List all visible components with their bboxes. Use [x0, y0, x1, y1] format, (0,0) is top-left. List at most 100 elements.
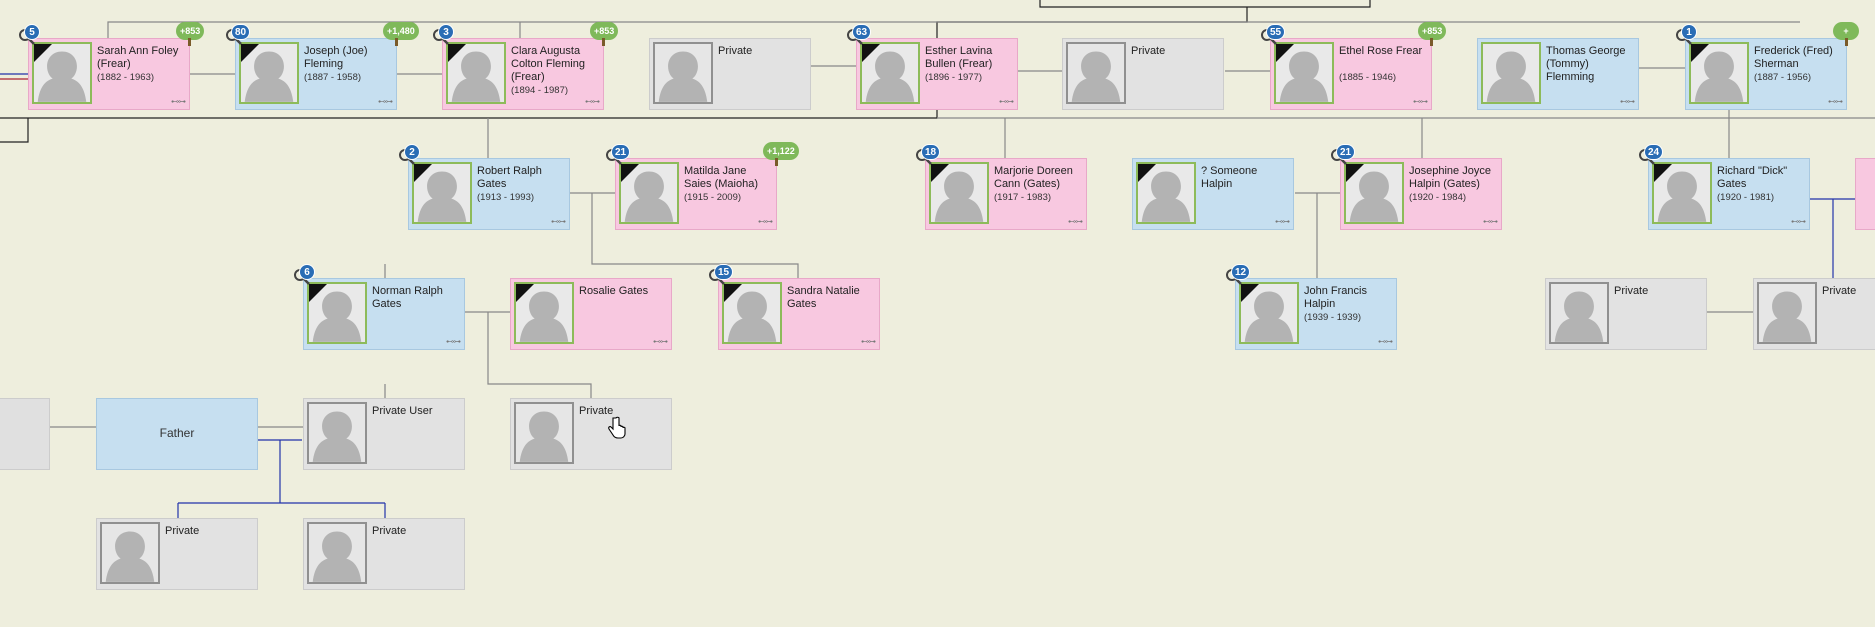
person-photo[interactable]	[653, 42, 713, 104]
placeholder-card-father[interactable]: Father	[96, 398, 258, 470]
record-count-badge[interactable]: 80	[231, 24, 251, 40]
relationship-icon[interactable]: ⊷⊶	[1275, 217, 1290, 226]
person-name[interactable]: Ethel Rose Frear	[1339, 45, 1427, 58]
person-name[interactable]: Matilda Jane Saies (Maioha)	[684, 165, 772, 191]
person-photo[interactable]	[1689, 42, 1749, 104]
person-card-private5[interactable]: Private	[510, 398, 672, 470]
person-name[interactable]: Private	[1614, 285, 1702, 298]
person-name[interactable]: Richard "Dick" Gates	[1717, 165, 1805, 191]
relationship-icon[interactable]: ⊷⊶	[1828, 97, 1843, 106]
record-count-badge[interactable]: 12	[1231, 264, 1251, 280]
person-name[interactable]: Clara Augusta Colton Fleming (Frear)	[511, 45, 599, 84]
person-photo[interactable]	[1066, 42, 1126, 104]
relationship-icon[interactable]: ⊷⊶	[1483, 217, 1498, 226]
relationship-icon[interactable]: ⊷⊶	[1068, 217, 1083, 226]
person-name[interactable]: Frederick (Fred) Sherman	[1754, 45, 1842, 71]
person-photo[interactable]	[1239, 282, 1299, 344]
relationship-icon[interactable]: ⊷⊶	[758, 217, 773, 226]
person-photo[interactable]	[1344, 162, 1404, 224]
person-name[interactable]: Robert Ralph Gates	[477, 165, 565, 191]
person-photo[interactable]	[1652, 162, 1712, 224]
relationship-icon[interactable]: ⊷⊶	[861, 337, 876, 346]
relationship-icon[interactable]: ⊷⊶	[1791, 217, 1806, 226]
person-photo[interactable]	[307, 522, 367, 584]
person-photo[interactable]	[929, 162, 989, 224]
person-card-robert[interactable]: Robert Ralph Gates (1913 - 1993) ⊷⊶	[408, 158, 570, 230]
person-photo[interactable]	[446, 42, 506, 104]
person-card-sarah[interactable]: Sarah Ann Foley (Frear) (1882 - 1963) ⊷⊶	[28, 38, 190, 110]
relationship-icon[interactable]: ⊷⊶	[653, 337, 668, 346]
relationship-icon[interactable]: ⊷⊶	[1378, 337, 1393, 346]
person-card-marjorie[interactable]: Marjorie Doreen Cann (Gates) (1917 - 1983…	[925, 158, 1087, 230]
person-photo[interactable]	[514, 402, 574, 464]
person-card-private1[interactable]: Private	[649, 38, 811, 110]
person-card-private4[interactable]: Private	[1753, 278, 1875, 350]
record-count-badge[interactable]: 21	[611, 144, 631, 160]
relationship-icon[interactable]: ⊷⊶	[378, 97, 393, 106]
person-card-private2[interactable]: Private	[1062, 38, 1224, 110]
record-count-badge[interactable]: 1	[1681, 24, 1697, 40]
person-card-john[interactable]: John Francis Halpin (1939 - 1939) ⊷⊶	[1235, 278, 1397, 350]
person-card-frederick[interactable]: Frederick (Fred) Sherman (1887 - 1956) ⊷⊶	[1685, 38, 1847, 110]
person-card-esther[interactable]: Esther Lavina Bullen (Frear) (1896 - 1977…	[856, 38, 1018, 110]
person-card-rosalie[interactable]: Rosalie Gates ⊷⊶	[510, 278, 672, 350]
person-name[interactable]: Private	[718, 45, 806, 58]
person-card-private7[interactable]: Private	[303, 518, 465, 590]
person-name[interactable]: Thomas George (Tommy) Flemming	[1546, 45, 1634, 84]
record-count-badge[interactable]: 5	[24, 24, 40, 40]
person-photo[interactable]	[1274, 42, 1334, 104]
person-name[interactable]: Esther Lavina Bullen (Frear)	[925, 45, 1013, 71]
person-card-privateuser[interactable]: Private User	[303, 398, 465, 470]
person-card-joseph[interactable]: Joseph (Joe) Fleming (1887 - 1958) ⊷⊶	[235, 38, 397, 110]
offscreen-card-right[interactable]	[1855, 158, 1875, 230]
person-photo[interactable]	[722, 282, 782, 344]
person-card-norman[interactable]: Norman Ralph Gates ⊷⊶	[303, 278, 465, 350]
person-name[interactable]: Private	[1822, 285, 1875, 298]
record-count-badge[interactable]: 55	[1266, 24, 1286, 40]
offscreen-card[interactable]	[0, 398, 50, 470]
person-card-sandra[interactable]: Sandra Natalie Gates ⊷⊶	[718, 278, 880, 350]
person-card-richard[interactable]: Richard "Dick" Gates (1920 - 1981) ⊷⊶	[1648, 158, 1810, 230]
relationship-icon[interactable]: ⊷⊶	[1413, 97, 1428, 106]
relationship-icon[interactable]: ⊷⊶	[171, 97, 186, 106]
person-name[interactable]: John Francis Halpin	[1304, 285, 1392, 311]
record-count-badge[interactable]: 21	[1336, 144, 1356, 160]
person-photo[interactable]	[307, 402, 367, 464]
person-card-private3[interactable]: Private	[1545, 278, 1707, 350]
person-card-ethel[interactable]: Ethel Rose Frear (1885 - 1946) ⊷⊶	[1270, 38, 1432, 110]
relationship-icon[interactable]: ⊷⊶	[446, 337, 461, 346]
person-name[interactable]: Sandra Natalie Gates	[787, 285, 875, 311]
person-name[interactable]: Rosalie Gates	[579, 285, 667, 298]
person-photo[interactable]	[1136, 162, 1196, 224]
person-photo[interactable]	[619, 162, 679, 224]
person-name[interactable]: Private	[165, 525, 253, 538]
person-card-josephine[interactable]: Josephine Joyce Halpin (Gates) (1920 - 19…	[1340, 158, 1502, 230]
person-name[interactable]: Marjorie Doreen Cann (Gates)	[994, 165, 1082, 191]
person-photo[interactable]	[32, 42, 92, 104]
person-name[interactable]: Private	[1131, 45, 1219, 58]
person-card-someone[interactable]: ? Someone Halpin ⊷⊶	[1132, 158, 1294, 230]
record-count-badge[interactable]: 6	[299, 264, 315, 280]
relationship-icon[interactable]: ⊷⊶	[1620, 97, 1635, 106]
person-photo[interactable]	[514, 282, 574, 344]
relationship-icon[interactable]: ⊷⊶	[551, 217, 566, 226]
record-count-badge[interactable]: 63	[852, 24, 872, 40]
record-count-badge[interactable]: 24	[1644, 144, 1664, 160]
person-photo[interactable]	[412, 162, 472, 224]
person-photo[interactable]	[1549, 282, 1609, 344]
person-name[interactable]: Sarah Ann Foley (Frear)	[97, 45, 185, 71]
person-name[interactable]: ? Someone Halpin	[1201, 165, 1289, 191]
person-photo[interactable]	[1481, 42, 1541, 104]
person-name[interactable]: Norman Ralph Gates	[372, 285, 460, 311]
person-card-private6[interactable]: Private	[96, 518, 258, 590]
person-name[interactable]: Josephine Joyce Halpin (Gates)	[1409, 165, 1497, 191]
person-name[interactable]: Private	[372, 525, 460, 538]
person-card-matilda[interactable]: Matilda Jane Saies (Maioha) (1915 - 2009)…	[615, 158, 777, 230]
record-count-badge[interactable]: 2	[404, 144, 420, 160]
record-count-badge[interactable]: 3	[438, 24, 454, 40]
person-card-clara[interactable]: Clara Augusta Colton Fleming (Frear) (189…	[442, 38, 604, 110]
person-photo[interactable]	[100, 522, 160, 584]
record-count-badge[interactable]: 18	[921, 144, 941, 160]
relationship-icon[interactable]: ⊷⊶	[999, 97, 1014, 106]
relationship-icon[interactable]: ⊷⊶	[585, 97, 600, 106]
